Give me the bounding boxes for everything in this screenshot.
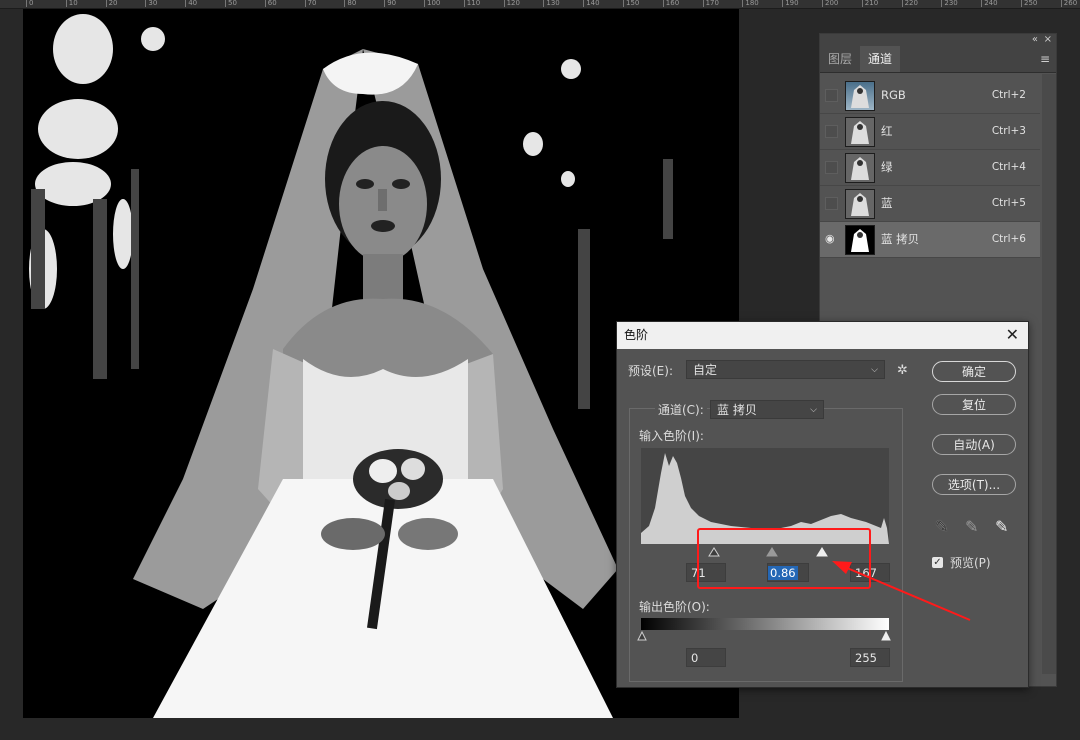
panel-menu-icon[interactable]: ≡ [1040,52,1050,66]
ruler-tick: 20 [105,0,118,7]
ruler-tick: 260 [1060,0,1077,7]
output-slider-track [637,630,891,641]
ruler-tick: 190 [782,0,799,7]
horizontal-ruler: 0 10 20 30 40 50 60 70 80 90 100 110 120 130 140 150 160… [0,0,1080,9]
reset-button[interactable]: 复位 [932,394,1016,415]
gear-icon[interactable]: ✲ [897,363,908,378]
visibility-eye-icon[interactable]: ◉ [825,233,836,244]
annotation-arrow [832,561,971,621]
ruler-tick: 250 [1021,0,1037,7]
panel-topbar: « × [820,34,1056,46]
ruler-tick: 100 [424,0,440,7]
ruler-tick: 40 [185,0,197,7]
ruler-tick: 170 [702,0,719,7]
ruler-tick: 30 [145,0,157,7]
ruler-tick: 150 [623,0,639,7]
gray-eyedropper-icon[interactable]: ✎ [965,517,978,536]
close-icon[interactable]: ✕ [1006,325,1019,345]
channel-name: 绿 [881,160,893,174]
channel-thumbnail [845,189,875,219]
channel-row[interactable]: 红 Ctrl+3 [820,114,1040,150]
levels-dialog: 色阶 ✕ 预设(E): 自定 ⌵ ✲ 通道(C): 蓝 拷贝 ⌵ 输入色阶(I)… [616,321,1029,688]
tab-layers[interactable]: 图层 [820,46,860,72]
channel-name: 蓝 [881,196,893,210]
visibility-eye-icon[interactable] [825,125,838,138]
ruler-tick: 180 [742,0,759,7]
preset-value: 自定 [693,363,718,377]
auto-button[interactable]: 自动(A) [932,434,1016,455]
output-black-slider[interactable] [637,630,647,641]
channel-thumbnail [845,153,875,183]
channel-shortcut: Ctrl+3 [991,125,1026,137]
ruler-tick: 120 [503,0,520,7]
channel-select[interactable]: 蓝 拷贝 ⌵ [710,400,824,419]
ruler-tick: 0 [26,0,33,7]
channel-row[interactable]: ◉ 蓝 拷贝 Ctrl+6 [820,222,1040,258]
black-eyedropper-icon[interactable]: ✎ [935,517,948,536]
dialog-title: 色阶 [624,328,649,342]
preset-select[interactable]: 自定 ⌵ [686,360,885,379]
channel-shortcut: Ctrl+6 [991,233,1026,245]
panel-scrollbar[interactable] [1042,74,1056,674]
visibility-eye-icon[interactable] [825,161,838,174]
ruler-tick: 200 [822,0,838,7]
channel-thumbnail [845,117,875,147]
output-white-slider[interactable] [881,630,891,641]
ruler-tick: 70 [304,0,317,7]
ruler-tick: 90 [384,0,396,7]
ok-button[interactable]: 确定 [932,361,1016,382]
channel-shortcut: Ctrl+5 [991,197,1026,209]
ruler-tick: 230 [941,0,958,7]
channel-name: 红 [881,124,893,138]
channel-value: 蓝 拷贝 [717,403,757,417]
ruler-tick: 140 [583,0,600,7]
white-eyedropper-icon[interactable]: ✎ [995,517,1008,536]
ruler-tick: 110 [463,0,480,7]
channel-row[interactable]: 蓝 Ctrl+5 [820,186,1040,222]
channel-name: 蓝 拷贝 [881,232,920,246]
output-black-field[interactable]: 0 [686,648,726,667]
ruler-tick: 10 [65,0,78,7]
ruler-tick: 130 [543,0,560,7]
options-button[interactable]: 选项(T)... [932,474,1016,495]
visibility-eye-icon[interactable] [825,89,838,102]
channel-row[interactable]: 绿 Ctrl+4 [820,150,1040,186]
dialog-titlebar: 色阶 ✕ [617,322,1028,349]
close-panel-icon[interactable]: × [1044,34,1052,45]
channel-name: RGB [881,88,906,102]
channel-shortcut: Ctrl+4 [991,161,1026,173]
channel-row[interactable]: RGB Ctrl+2 [820,78,1040,114]
output-levels-label: 输出色阶(O): [639,600,710,614]
ruler-tick: 160 [662,0,679,7]
chevron-down-icon: ⌵ [810,405,817,415]
ruler-tick: 240 [981,0,998,7]
ruler-tick: 210 [861,0,878,7]
collapse-panel-icon[interactable]: « [1032,34,1038,45]
visibility-eye-icon[interactable] [825,197,838,210]
channel-thumbnail [845,225,875,255]
ruler-tick: 220 [901,0,918,7]
tab-channels[interactable]: 通道 [860,46,901,72]
chevron-down-icon: ⌵ [871,365,878,375]
channel-label: 通道(C): [655,401,707,418]
preset-label: 预设(E): [628,364,673,378]
panel-tabs: 图层 通道 ≡ [820,46,1056,73]
channel-thumbnail [845,81,875,111]
ruler-tick: 60 [264,0,277,7]
ruler-tick: 50 [225,0,237,7]
channel-shortcut: Ctrl+2 [991,89,1026,101]
input-levels-label: 输入色阶(I): [639,429,704,443]
output-white-field[interactable]: 255 [850,648,890,667]
ruler-tick: 80 [344,0,356,7]
